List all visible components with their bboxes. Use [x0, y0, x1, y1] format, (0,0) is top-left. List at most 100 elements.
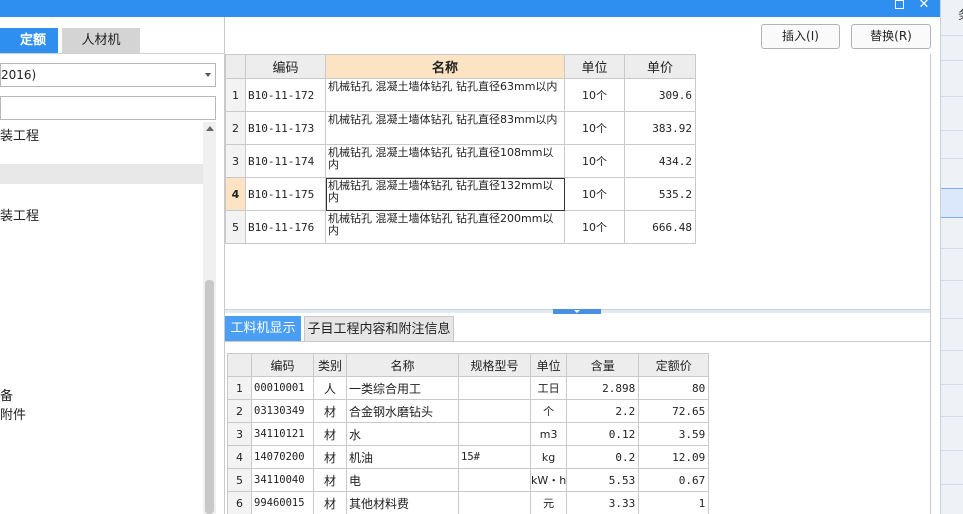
cell-unit[interactable]: 个	[529, 399, 568, 423]
column-header-name[interactable]: 名称	[346, 353, 459, 377]
right-panel-selected-row[interactable]	[941, 188, 963, 218]
cell-unit[interactable]: m3	[529, 422, 568, 446]
cell-unit[interactable]: kW・h	[529, 468, 568, 492]
table-row[interactable]: 2 B10-11-173 机械钻孔 混凝土墙体钻孔 钻孔直径83mm以内 10个…	[225, 111, 696, 145]
table-row[interactable]: 6 99460015 材 其他材料费 元 3.33 1	[227, 491, 710, 514]
cell-quantity[interactable]: 5.53	[566, 468, 640, 492]
cell-unit[interactable]: 10个	[564, 111, 625, 145]
scroll-up-icon[interactable]	[206, 126, 214, 131]
scrollbar-thumb[interactable]	[205, 280, 214, 514]
search-input[interactable]	[0, 96, 216, 120]
maximize-icon[interactable]	[892, 0, 906, 12]
cell-code[interactable]: B10-11-173	[245, 111, 326, 145]
table-row[interactable]: 3 34110121 材 水 m3 0.12 3.59	[227, 422, 710, 446]
table-row[interactable]: 2 03130349 材 合金钢水磨钻头 个 2.2 72.65	[227, 399, 710, 423]
tab-labor-material-display[interactable]: 工料机显示	[225, 316, 301, 341]
tree-item[interactable]: 附件	[0, 404, 26, 423]
cell-quantity[interactable]: 2.2	[566, 399, 640, 423]
cell-unit[interactable]: kg	[529, 445, 568, 469]
tab-sub-item-info[interactable]: 子目工程内容和附注信息	[304, 316, 454, 341]
column-header-price[interactable]: 单价	[624, 54, 696, 79]
column-header-unit[interactable]: 单位	[564, 54, 625, 79]
cell-unit[interactable]: 10个	[564, 177, 625, 211]
column-header-quota-price[interactable]: 定额价	[638, 353, 710, 377]
close-icon[interactable]: ✕	[917, 0, 931, 12]
tree-item[interactable]: 备	[0, 385, 13, 404]
cell-name[interactable]: 水	[346, 422, 459, 446]
cell-spec[interactable]	[458, 491, 531, 514]
column-header-spec[interactable]: 规格型号	[458, 353, 531, 377]
cell-code[interactable]: B10-11-172	[245, 78, 326, 112]
cell-price[interactable]: 535.2	[624, 177, 696, 211]
cell-price[interactable]: 383.92	[624, 111, 696, 145]
cell-quantity[interactable]: 0.2	[566, 445, 640, 469]
cell-price[interactable]: 434.2	[624, 144, 696, 178]
cell-spec[interactable]	[458, 468, 531, 492]
cell-code[interactable]: 14070200	[251, 445, 314, 469]
cell-code[interactable]: 99460015	[251, 491, 314, 514]
cell-code[interactable]: B10-11-176	[245, 210, 326, 244]
cell-name[interactable]: 合金钢水磨钻头	[346, 399, 459, 423]
cell-unit[interactable]: 工日	[529, 376, 568, 400]
cell-name[interactable]: 电	[346, 468, 459, 492]
cell-quota-price[interactable]: 12.09	[638, 445, 710, 469]
cell-category[interactable]: 材	[313, 422, 347, 446]
tree-item[interactable]: 装工程	[0, 125, 39, 144]
cell-category[interactable]: 材	[313, 399, 347, 423]
cell-name[interactable]: 一类综合用工	[346, 376, 459, 400]
cell-code[interactable]: 34110040	[251, 468, 314, 492]
cell-name[interactable]: 机械钻孔 混凝土墙体钻孔 钻孔直径63mm以内	[325, 78, 565, 112]
chevron-down-icon[interactable]	[205, 73, 211, 77]
table-row[interactable]: 4 14070200 材 机油 15# kg 0.2 12.09	[227, 445, 710, 469]
table-row[interactable]: 5 B10-11-176 机械钻孔 混凝土墙体钻孔 钻孔直径200mm以内 10…	[225, 210, 696, 244]
column-header-quantity[interactable]: 含量	[566, 353, 640, 377]
column-header-code[interactable]: 编码	[245, 54, 326, 79]
cell-quota-price[interactable]: 72.65	[638, 399, 710, 423]
cell-name[interactable]: 机械钻孔 混凝土墙体钻孔 钻孔直径200mm以内	[325, 210, 565, 244]
column-header-category[interactable]: 类别	[313, 353, 347, 377]
splitter-grip-icon[interactable]	[553, 309, 601, 314]
cell-category[interactable]: 材	[313, 491, 347, 514]
cell-spec[interactable]	[458, 376, 531, 400]
cell-spec[interactable]	[458, 422, 531, 446]
cell-unit[interactable]: 元	[529, 491, 568, 514]
table-row[interactable]: 1 00010001 人 一类综合用工 工日 2.898 80	[227, 376, 710, 400]
table-row[interactable]: 1 B10-11-172 机械钻孔 混凝土墙体钻孔 钻孔直径63mm以内 10个…	[225, 78, 696, 112]
cell-quota-price[interactable]: 3.59	[638, 422, 710, 446]
table-row-selected[interactable]: 4 B10-11-175 机械钻孔 混凝土墙体钻孔 钻孔直径132mm以内 10…	[225, 177, 696, 211]
cell-code[interactable]: 34110121	[251, 422, 314, 446]
cell-quantity[interactable]: 0.12	[566, 422, 640, 446]
cell-unit[interactable]: 10个	[564, 144, 625, 178]
cell-quota-price[interactable]: 80	[638, 376, 710, 400]
cell-spec[interactable]	[458, 399, 531, 423]
cell-code[interactable]: 00010001	[251, 376, 314, 400]
cell-category[interactable]: 人	[313, 376, 347, 400]
cell-code[interactable]: B10-11-175	[245, 177, 326, 211]
cell-quota-price[interactable]: 1	[638, 491, 710, 514]
tree-item-selected[interactable]	[0, 164, 203, 184]
table-row[interactable]: 3 B10-11-174 机械钻孔 混凝土墙体钻孔 钻孔直径108mm以内 10…	[225, 144, 696, 178]
cell-category[interactable]: 材	[313, 445, 347, 469]
column-header-code[interactable]: 编码	[251, 353, 314, 377]
cell-quantity[interactable]: 2.898	[566, 376, 640, 400]
cell-quota-price[interactable]: 0.67	[638, 468, 710, 492]
cell-unit[interactable]: 10个	[564, 210, 625, 244]
column-header-name[interactable]: 名称	[325, 54, 565, 79]
cell-code[interactable]: 03130349	[251, 399, 314, 423]
cell-quantity[interactable]: 3.33	[566, 491, 640, 514]
cell-name[interactable]: 机械钻孔 混凝土墙体钻孔 钻孔直径132mm以内	[325, 177, 565, 211]
pane-splitter[interactable]	[225, 309, 930, 314]
replace-button[interactable]: 替换(R)	[851, 24, 931, 49]
tab-quota[interactable]: 定额	[0, 28, 58, 53]
cell-price[interactable]: 309.6	[624, 78, 696, 112]
insert-button[interactable]: 插入(I)	[761, 24, 840, 49]
quota-library-select[interactable]: 2016)	[0, 63, 216, 87]
table-row[interactable]: 5 34110040 材 电 kW・h 5.53 0.67	[227, 468, 710, 492]
cell-code[interactable]: B10-11-174	[245, 144, 326, 178]
cell-name[interactable]: 机械钻孔 混凝土墙体钻孔 钻孔直径108mm以内	[325, 144, 565, 178]
column-header-unit[interactable]: 单位	[529, 353, 568, 377]
tree-item[interactable]: 装工程	[0, 205, 39, 224]
cell-unit[interactable]: 10个	[564, 78, 625, 112]
cell-name[interactable]: 其他材料费	[346, 491, 459, 514]
cell-spec[interactable]: 15#	[458, 445, 531, 469]
